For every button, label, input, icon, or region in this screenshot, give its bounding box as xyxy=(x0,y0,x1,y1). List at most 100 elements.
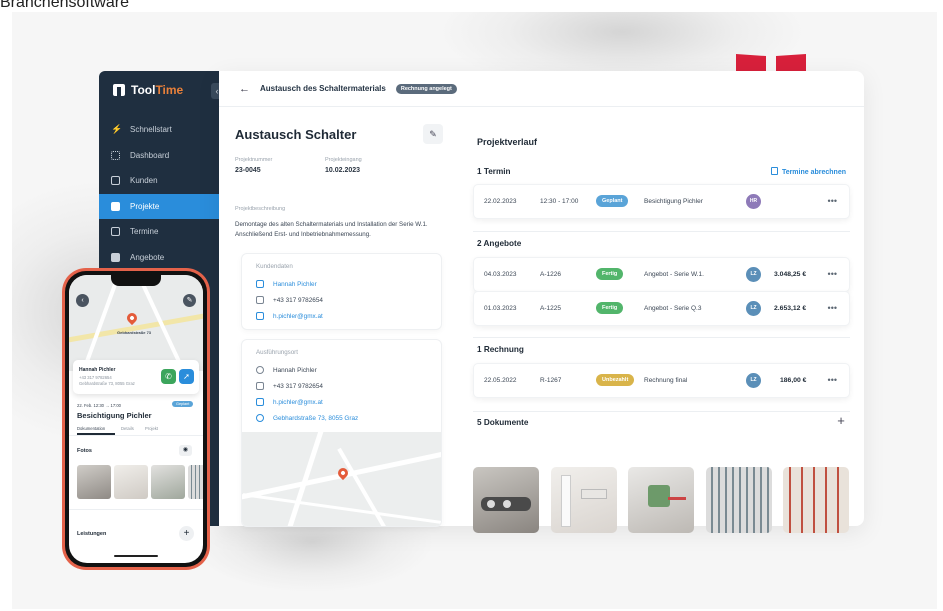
back-arrow-icon[interactable]: ← xyxy=(239,83,250,95)
hero-stage: ToolTime ‹ ⚡ Schnellstart Dashboard Kund… xyxy=(12,12,937,609)
document-icon xyxy=(111,252,120,262)
tab-projekt[interactable]: Projekt xyxy=(145,426,158,431)
more-options-icon[interactable]: ••• xyxy=(828,269,837,279)
mobile-appointment-time: 22. Feb. 12:30 → 17:00 xyxy=(77,403,121,408)
mobile-appointment-title: Besichtigung Pichler xyxy=(77,411,152,420)
document-thumbnail[interactable] xyxy=(783,467,849,533)
folder-icon xyxy=(111,201,120,211)
more-options-icon[interactable]: ••• xyxy=(828,303,837,313)
status-badge: Rechnung angelegt xyxy=(395,83,457,94)
location-map[interactable] xyxy=(242,432,441,526)
termin-date: 22.02.2023 xyxy=(484,198,517,205)
sidebar-item-label: Kunden xyxy=(130,176,158,186)
angebot-date: 01.03.2023 xyxy=(484,305,517,312)
invoice-icon xyxy=(770,167,778,175)
customer-email-link[interactable]: h.pichler@gmx.at xyxy=(273,313,323,320)
location-pin-icon xyxy=(256,414,264,422)
sidebar-item-label: Termine xyxy=(130,227,159,237)
photo-thumbnail[interactable] xyxy=(151,465,185,499)
bolt-icon: ⚡ xyxy=(111,124,123,135)
project-title: Austausch Schalter xyxy=(235,127,357,142)
call-button[interactable]: ✆ xyxy=(161,369,176,384)
project-number-value: 23-0045 xyxy=(235,167,261,174)
edit-pencil-icon[interactable]: ✎ xyxy=(423,124,443,144)
avatar: LZ xyxy=(746,301,761,316)
add-document-button[interactable]: + xyxy=(832,412,850,430)
status-badge: Unbezahlt xyxy=(596,374,635,386)
navigate-button[interactable]: ➚ xyxy=(179,369,194,384)
mobile-map-label: Gebhardstraße 73 xyxy=(117,330,152,335)
angebot-description: Angebot - Serie W.1. xyxy=(644,271,704,278)
history-title: Projektverlauf xyxy=(477,137,538,147)
dokumente-title: 5 Dokumente xyxy=(477,418,529,427)
person-icon xyxy=(256,366,264,374)
topbar: ← Austausch des Schaltermaterials Rechnu… xyxy=(219,71,864,107)
rechnung-amount: 186,00 € xyxy=(780,377,807,384)
customer-name-link[interactable]: Hannah Pichler xyxy=(273,281,317,288)
more-options-icon[interactable]: ••• xyxy=(828,375,837,385)
site-location-label: Ausführungsort xyxy=(256,349,298,356)
rechnung-number: R-1267 xyxy=(540,377,562,384)
mobile-contact-card: Hannah Pichler +43 317 9782654 Gebhardst… xyxy=(73,360,199,394)
termine-title: 1 Termin xyxy=(477,167,511,176)
tab-dokumentation[interactable]: Dokumentation xyxy=(77,426,105,431)
status-badge: Geplant xyxy=(172,401,194,407)
grid-icon xyxy=(111,150,120,160)
sidebar-item-angebote[interactable]: Angebote xyxy=(99,245,219,271)
rechnung-description: Rechnung final xyxy=(644,377,688,384)
phone-icon xyxy=(256,382,264,390)
avatar: HR xyxy=(746,194,761,209)
add-service-button[interactable]: + xyxy=(179,526,194,541)
sidebar-nav: ⚡ Schnellstart Dashboard Kunden Projekte… xyxy=(99,117,219,270)
site-email-link[interactable]: h.pichler@gmx.at xyxy=(273,399,323,406)
site-phone[interactable]: +43 317 9782654 xyxy=(273,383,323,390)
tooltime-logo-icon xyxy=(113,84,125,96)
customer-data-label: Kundendaten xyxy=(256,263,293,270)
photo-thumbnail[interactable] xyxy=(77,465,111,499)
termin-row[interactable]: 22.02.2023 12:30 - 17:00 Geplant Besicht… xyxy=(473,184,850,219)
sidebar-item-label: Schnellstart xyxy=(130,125,172,135)
document-thumbnail[interactable] xyxy=(628,467,694,533)
sidebar-item-dashboard[interactable]: Dashboard xyxy=(99,143,219,169)
project-info-column: Austausch Schalter ✎ Projektnummer 23-00… xyxy=(235,107,449,527)
rechnung-row[interactable]: 22.05.2022 R-1267 Unbezahlt Rechnung fin… xyxy=(473,363,850,398)
sidebar-item-kunden[interactable]: Kunden xyxy=(99,168,219,194)
document-thumbnail[interactable] xyxy=(473,467,539,533)
sidebar-item-label: Dashboard xyxy=(130,150,170,160)
mobile-map[interactable]: Gebhardstraße 73 ‹ ✎ xyxy=(69,275,203,371)
home-indicator xyxy=(114,555,158,557)
more-options-icon[interactable]: ••• xyxy=(828,196,837,206)
termine-abrechnen-button[interactable]: Termine abrechnen xyxy=(770,167,846,176)
tab-details[interactable]: Details xyxy=(121,426,134,431)
edit-pencil-icon[interactable]: ✎ xyxy=(183,294,196,307)
site-contact-name: Hannah Pichler xyxy=(273,366,317,374)
mail-icon xyxy=(256,312,264,320)
angebot-amount: 3.048,25 € xyxy=(774,271,807,278)
sidebar-item-schnellstart[interactable]: ⚡ Schnellstart xyxy=(99,117,219,143)
site-address-link[interactable]: Gebhardstraße 73, 8055 Graz xyxy=(273,415,358,422)
document-thumbnail[interactable] xyxy=(551,467,617,533)
page-title: Branchensoftware xyxy=(0,0,129,11)
status-badge: Fertig xyxy=(596,302,624,314)
photo-thumbnail[interactable] xyxy=(188,465,203,499)
customer-phone[interactable]: +43 317 9782654 xyxy=(273,297,323,304)
angebot-row[interactable]: 01.03.2023 A-1225 Fertig Angebot - Serie… xyxy=(473,291,850,326)
services-label: Leistungen xyxy=(77,531,107,537)
angebot-row[interactable]: 04.03.2023 A-1226 Fertig Angebot - Serie… xyxy=(473,257,850,292)
angebot-description: Angebot - Serie Q.3 xyxy=(644,305,702,312)
termin-time: 12:30 - 17:00 xyxy=(540,198,579,205)
mobile-contact-name: Hannah Pichler xyxy=(79,367,116,373)
calendar-icon xyxy=(111,227,120,237)
back-arrow-icon[interactable]: ‹ xyxy=(76,294,89,307)
angebot-number: A-1225 xyxy=(540,305,561,312)
photo-thumbnail[interactable] xyxy=(114,465,148,499)
project-date-value: 10.02.2023 xyxy=(325,167,361,174)
sidebar-item-projekte[interactable]: Projekte xyxy=(99,193,219,219)
photos-label: Fotos xyxy=(77,448,92,454)
status-badge: Fertig xyxy=(596,268,624,280)
mobile-contact-address: Gebhardstraße 73, 8055 Graz xyxy=(79,381,135,386)
termin-description: Besichtigung Pichler xyxy=(644,198,703,205)
sidebar-item-termine[interactable]: Termine xyxy=(99,219,219,245)
camera-icon[interactable]: ◉ xyxy=(179,445,192,456)
document-thumbnail[interactable] xyxy=(706,467,772,533)
